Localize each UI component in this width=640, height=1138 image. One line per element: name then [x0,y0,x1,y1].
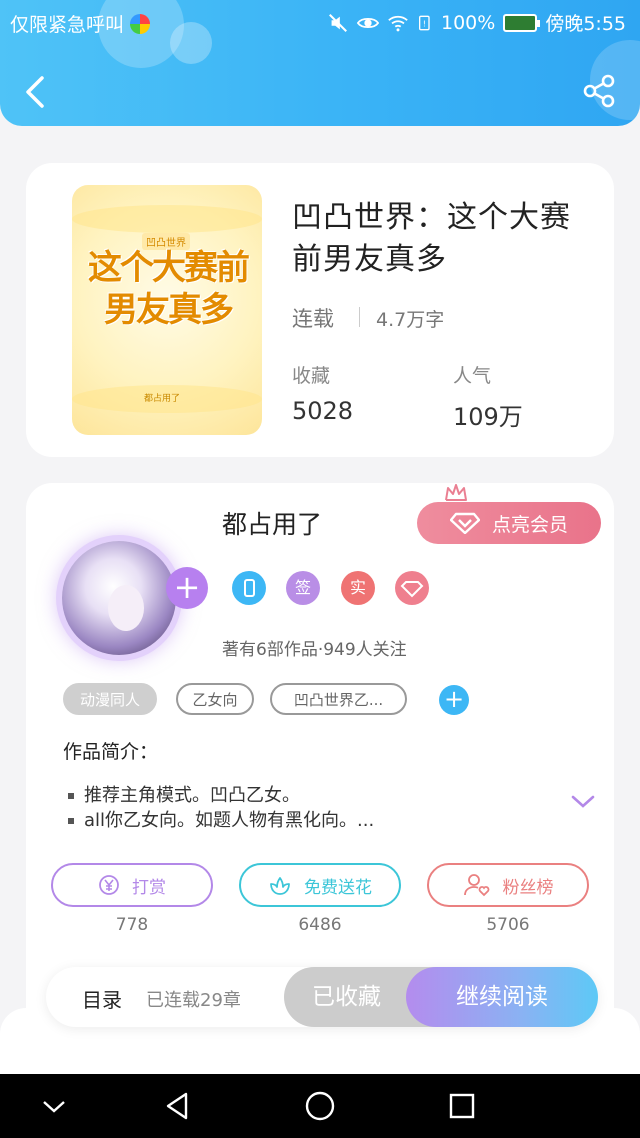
vip-button-label: 点亮会员 [491,513,568,536]
author-name[interactable]: 都占用了 [222,505,322,541]
system-nav-bar [0,1074,640,1138]
battery-icon [503,13,541,32]
mute-icon [329,13,347,32]
reading-bar: 目录 已连载29章 已收藏 继续阅读 [46,967,598,1027]
fan-count: 5706 [486,915,530,935]
verified-badge: 实 [341,571,375,605]
flower-count: 6486 [298,915,342,935]
tag-item[interactable]: 凹凸世界乙... [270,683,407,715]
tip-label: 打赏 [132,877,166,898]
follow-plus-button[interactable]: + [166,567,208,609]
cover-decor [72,205,262,233]
intro-text: 推荐主角模式。凹凸乙女。 [84,785,300,806]
tag-item[interactable]: 乙女向 [176,683,254,715]
back-triangle-icon[interactable] [162,1090,194,1122]
battery-percent: 100% [441,11,496,34]
fan-user-icon [463,874,489,897]
status-bar-left: 仅限紧急呼叫 [10,10,151,37]
flower-label: 免费送花 [304,877,372,898]
sim-icon [130,13,151,34]
collapse-icon[interactable] [38,1090,70,1122]
flower-icon [270,877,290,895]
phone-badge-icon [232,571,266,605]
intro-text: all你乙女向。如题人物有黑化向。... [84,810,375,831]
tip-count: 778 [115,915,149,935]
author-avatar-wrap[interactable]: + [52,525,208,659]
send-flower-button[interactable]: 免费送花 [239,863,401,907]
add-tag-button[interactable]: + [439,685,469,715]
book-title: 凹凸世界：这个大赛前男友真多 [292,200,571,277]
bullet [68,793,74,799]
clock: 傍晚5:55 [545,13,626,35]
tag-item[interactable]: 动漫同人 [63,683,157,715]
intro-line: 推荐主角模式。凹凸乙女。 [68,781,300,807]
fan-label: 粉丝榜 [502,877,554,898]
svg-text:!: ! [423,19,426,28]
eye-icon [357,17,379,28]
recents-square-icon[interactable] [446,1090,478,1122]
chevron-down-icon[interactable] [570,793,596,811]
intro-label: 作品简介： [63,741,159,763]
tip-button[interactable]: 打赏 [51,863,213,907]
avatar-face [108,585,144,631]
favorites-label: 收藏 [292,365,331,387]
avatar[interactable] [62,541,176,655]
decor-bubble [170,22,212,64]
book-cover[interactable]: 凹凸世界 这个大赛前男友真多 都占用了 [72,185,262,435]
diamond-badge-icon [395,571,429,605]
yen-coin-icon [99,875,119,895]
vip-button[interactable]: 点亮会员 [417,502,601,544]
chevron-left-icon[interactable] [20,74,52,110]
status-bar-right: ! 100% 傍晚5:55 [327,9,626,36]
word-count: 4.7万字 [376,309,445,331]
book-info-card: 凹凸世界 这个大赛前男友真多 都占用了 凹凸世界：这个大赛前男友真多 连载 4.… [26,163,614,457]
book-status: 连载 [292,307,334,331]
toc-button[interactable]: 目录 [82,984,122,1013]
favorites-value: 5028 [292,397,354,425]
wifi-icon [388,15,408,31]
popularity-value: 109万 [453,403,523,431]
fan-ranking-button[interactable]: 粉丝榜 [427,863,589,907]
carrier-text: 仅限紧急呼叫 [10,14,125,36]
signed-badge: 签 [286,571,320,605]
bullet [68,818,74,824]
crown-icon [445,484,467,501]
cover-author: 都占用了 [144,394,181,404]
home-circle-icon[interactable] [304,1090,336,1122]
cover-title: 这个大赛前男友真多 [88,248,250,330]
author-card: + 都占用了 点亮会员 签 实 著有6部作品·949人关注 动漫同人 乙女向 凹… [26,483,614,1043]
popularity-label: 人气 [453,365,492,387]
sim-alert-icon: ! [419,15,430,30]
divider [359,307,360,327]
share-icon[interactable] [582,74,616,108]
diamond-icon [449,512,480,534]
top-header: 仅限紧急呼叫 ! 100% 傍晚5:55 [0,0,640,126]
continue-reading-button[interactable]: 继续阅读 [406,967,598,1027]
intro-line: all你乙女向。如题人物有黑化向。... [68,806,374,832]
chapter-count[interactable]: 已连载29章 [146,986,241,1012]
author-meta: 著有6部作品·949人关注 [222,640,407,660]
